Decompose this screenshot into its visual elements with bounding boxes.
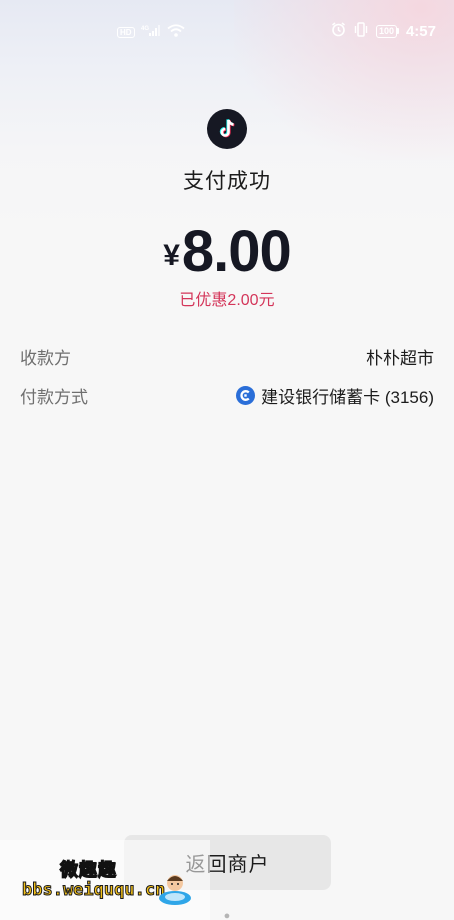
wifi-icon [166, 24, 185, 40]
payment-method-value: 建设银行储蓄卡 (3156) [236, 383, 434, 408]
hd-badge: HD [117, 26, 135, 38]
payee-value: 朴朴超市 [366, 348, 434, 368]
payment-method-label: 付款方式 [20, 387, 88, 407]
payee-row: 收款方 朴朴超市 [20, 344, 434, 368]
watermark: 微趣趣 bbs.weiququ.cn [0, 840, 210, 920]
amount-value: 8.00 [181, 219, 292, 284]
status-time: 4:57 [405, 22, 436, 40]
alarm-icon [331, 22, 346, 40]
payment-success-screen: HD 4G 100 4:57 支付成功 ¥8.00 已优惠2.00元 收款方 朴… [0, 0, 454, 920]
payee-label: 收款方 [20, 348, 71, 368]
status-left: HD 4G [117, 24, 185, 40]
signal-label: 4G [141, 26, 149, 32]
status-right: 100 4:57 [331, 22, 436, 40]
payment-method-text: 建设银行储蓄卡 (3156) [261, 387, 434, 407]
payment-method-row: 付款方式 建设银行储蓄卡 (3156) [20, 383, 434, 407]
mascot-icon [157, 868, 193, 908]
watermark-title: 微趣趣 [59, 859, 117, 880]
watermark-url: bbs.weiququ.cn [21, 880, 166, 901]
battery-level: 100 [375, 24, 397, 38]
tiktok-icon [207, 109, 247, 149]
ccb-bank-icon [236, 385, 256, 405]
info-icon: ● [223, 910, 231, 920]
signal-icon: 4G [141, 24, 161, 40]
battery-icon: 100 [375, 24, 399, 38]
discount-text: 已优惠2.00元 [179, 292, 275, 309]
status-bar: HD 4G 100 4:57 [0, 0, 454, 62]
page-title: 支付成功 [183, 170, 271, 193]
payment-amount: ¥8.00 [0, 218, 454, 285]
vibrate-icon [353, 22, 369, 40]
currency-symbol: ¥ [163, 239, 180, 272]
